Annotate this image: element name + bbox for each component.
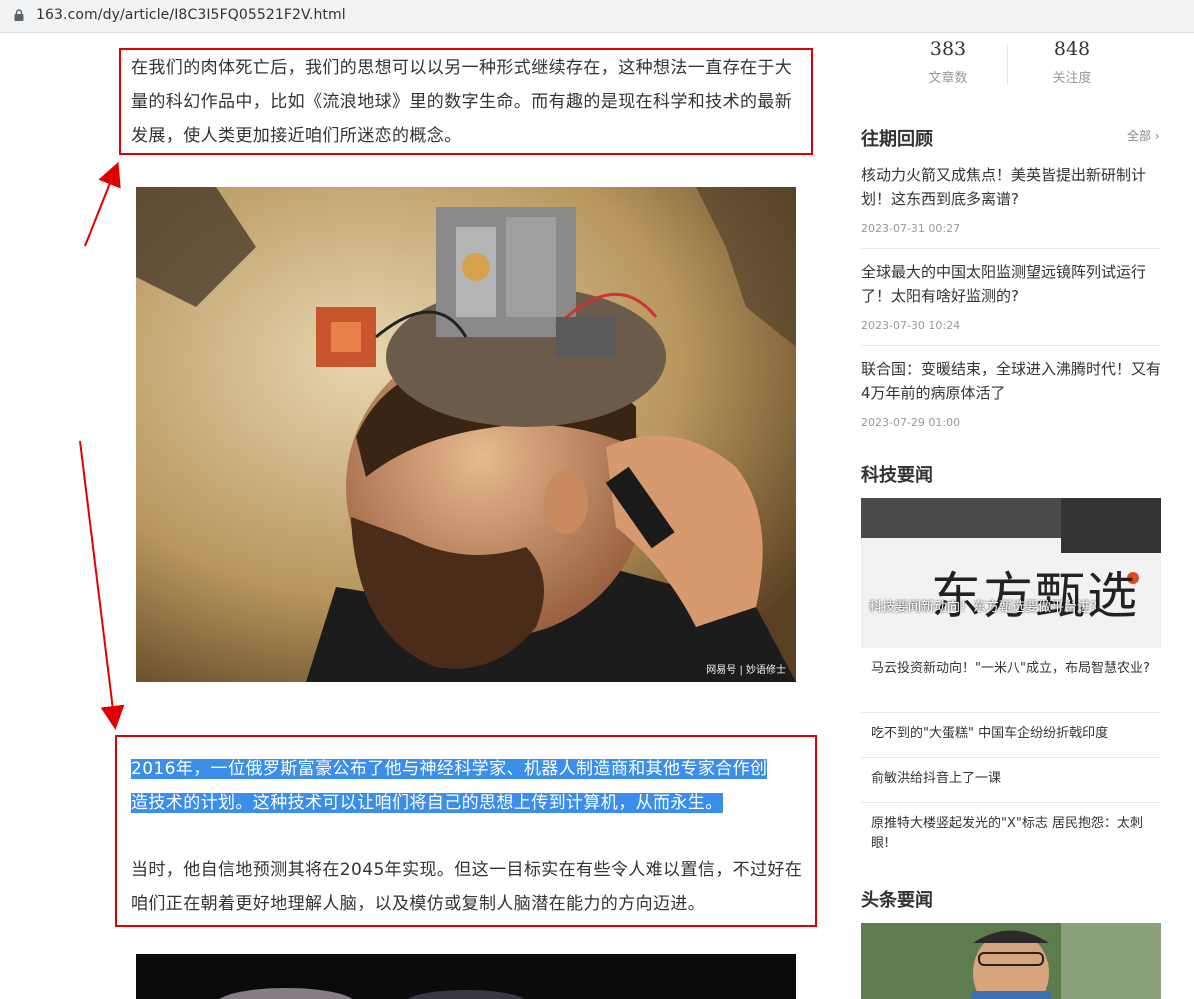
article-paragraph-2[interactable]: 2016年，一位俄罗斯富豪公布了他与神经科学家、机器人制造商和其他专家合作创 造… [131, 752, 807, 820]
banner-caption: 科技要闻新动向！东方甄选要做平台进? [869, 600, 1097, 615]
past-item-date: 2023-07-29 01:00 [861, 416, 961, 429]
image-watermark: 网易号 | 妙语修士 [706, 665, 786, 676]
article-image-2 [136, 954, 796, 999]
past-item-title[interactable]: 核动力火箭又成焦点！美英皆提出新研制计划！这东西到底多离谱? [861, 163, 1161, 211]
stat-articles-count: 383 [929, 38, 967, 60]
divider [861, 802, 1161, 803]
arrow-up [84, 161, 121, 247]
article-image-brain-machine: 网易号 | 妙语修士 [136, 187, 796, 682]
divider [861, 757, 1161, 758]
tech-news-item[interactable]: 俞敏洪给抖音上了一课 [871, 769, 1153, 789]
headline-news-title: 头条要闻 [861, 890, 933, 911]
annotation-arrows [79, 161, 125, 730]
past-review-title: 往期回顾 [861, 129, 933, 150]
stat-divider [1007, 45, 1008, 85]
divider [861, 345, 1161, 346]
arrow-down [79, 440, 125, 730]
article-paragraph-3: 当时，他自信地预测其将在2045年实现。但这一目标实在有些令人难以置信，不过好在… [131, 860, 803, 914]
past-item-title[interactable]: 全球最大的中国太阳监测望远镜阵列试运行了！太阳有啥好监测的? [861, 260, 1161, 308]
tech-news-banner[interactable]: 东方甄选 科技要闻新动向！东方甄选要做平台进? [861, 498, 1161, 648]
stat-attention-count: 848 [1053, 38, 1091, 60]
chevron-right-icon: › [1154, 129, 1160, 143]
selected-text-line-2[interactable]: 造技术的计划。这种技术可以让咱们将自己的思想上传到计算机，从而永生。 [131, 793, 723, 813]
past-item-date: 2023-07-31 00:27 [861, 222, 961, 235]
tech-news-title: 科技要闻 [861, 465, 933, 486]
headline-news-image[interactable] [861, 923, 1161, 999]
banner-sign-text: 东方甄选 [931, 567, 1139, 625]
stat-articles-label: 文章数 [928, 71, 968, 86]
tech-news-item[interactable]: 原推特大楼竖起发光的"X"标志 居民抱怨：太刺眼! [871, 814, 1153, 854]
image-brain-machine-art [136, 187, 796, 682]
stat-attention-label: 关注度 [1052, 71, 1092, 86]
past-item-title[interactable]: 联合国：变暖结束，全球进入沸腾时代！又有4万年前的病原体活了 [861, 357, 1161, 405]
tech-news-item[interactable]: 马云投资新动向！"一米八"成立，布局智慧农业? [871, 659, 1153, 679]
selected-text-line-1[interactable]: 2016年，一位俄罗斯富豪公布了他与神经科学家、机器人制造商和其他专家合作创 [131, 759, 768, 779]
more-link-label: 全部 [1127, 129, 1152, 143]
past-review-more-link[interactable]: 全部 › [1127, 127, 1160, 144]
headline-image-art [861, 923, 1161, 999]
divider [861, 248, 1161, 249]
tech-news-item[interactable]: 吃不到的"大蛋糕" 中国车企纷纷折戟印度 [871, 724, 1153, 744]
past-item-date: 2023-07-30 10:24 [861, 319, 961, 332]
article-paragraph-1: 在我们的肉体死亡后，我们的思想可以以另一种形式继续存在，这种想法一直存在于大量的… [131, 58, 793, 146]
divider [861, 712, 1161, 713]
image-2-art [219, 988, 525, 999]
